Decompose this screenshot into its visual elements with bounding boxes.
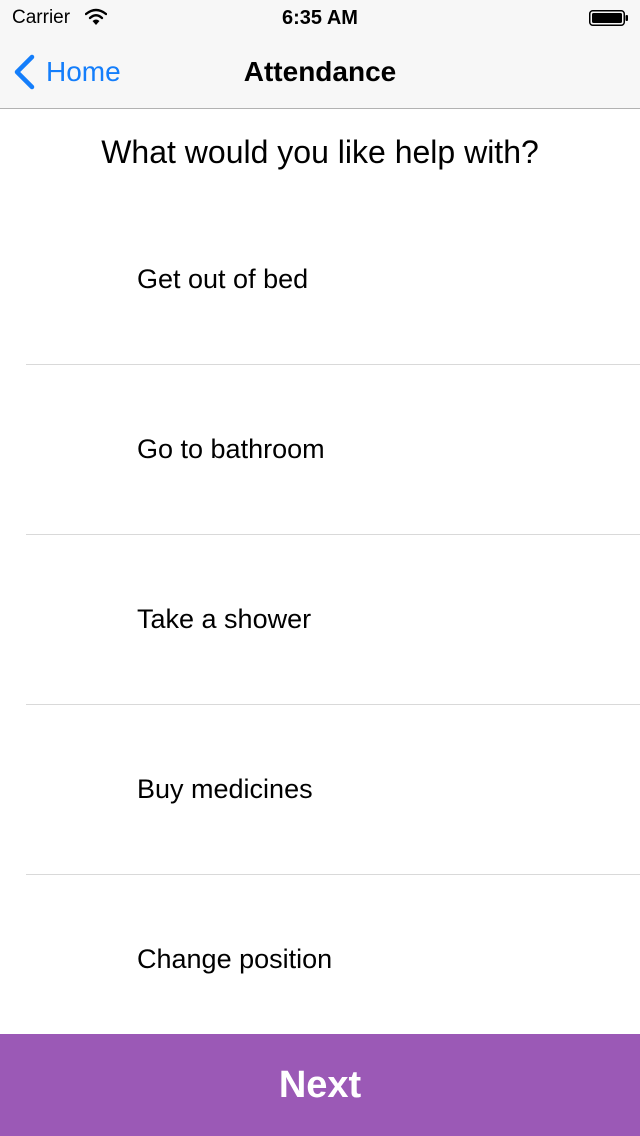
- battery-icon: [589, 10, 628, 26]
- option-label: Change position: [137, 944, 333, 974]
- option-label: Get out of bed: [137, 264, 309, 294]
- option-label: Take a shower: [137, 604, 312, 634]
- navigation-bar: Home Attendance: [0, 40, 640, 109]
- option-label: Buy medicines: [137, 774, 313, 804]
- options-list: Get out of bed Go to bathroom Take a sho…: [0, 195, 640, 1045]
- option-get-out-of-bed[interactable]: Get out of bed: [0, 195, 640, 365]
- option-change-position[interactable]: Change position: [0, 875, 640, 1045]
- option-label: Go to bathroom: [137, 434, 325, 464]
- question-heading: What would you like help with?: [101, 134, 539, 170]
- status-bar: Carrier 6:35 AM: [0, 0, 640, 40]
- option-take-a-shower[interactable]: Take a shower: [0, 535, 640, 705]
- next-button[interactable]: Next: [0, 1034, 640, 1136]
- status-time: 6:35 AM: [282, 7, 358, 29]
- option-buy-medicines[interactable]: Buy medicines: [0, 705, 640, 875]
- option-go-to-bathroom[interactable]: Go to bathroom: [0, 365, 640, 535]
- page-title: Attendance: [243, 56, 397, 87]
